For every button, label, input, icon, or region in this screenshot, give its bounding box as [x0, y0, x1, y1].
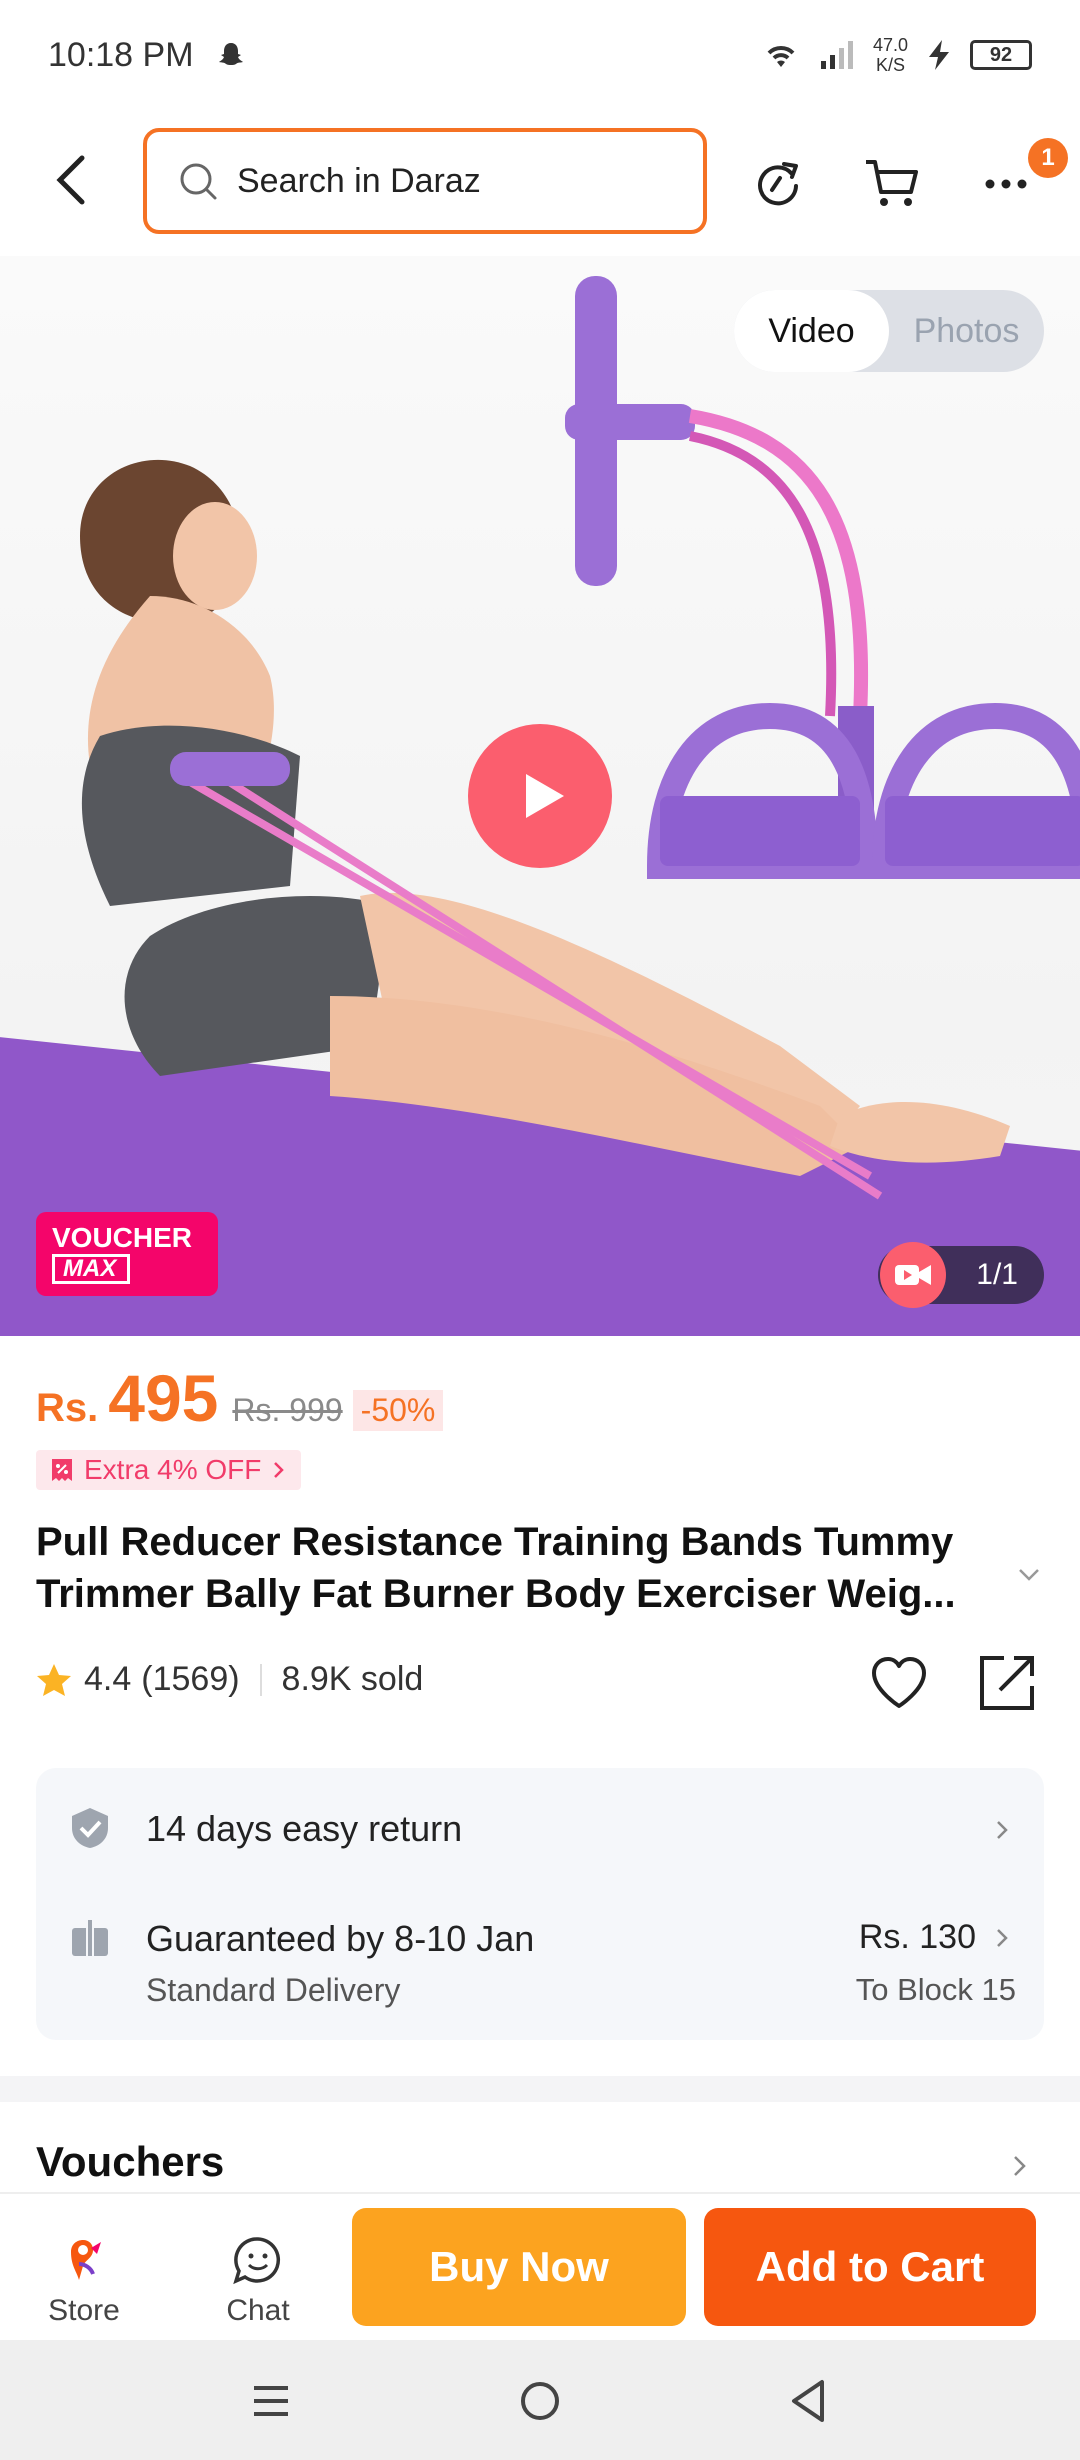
cart-icon[interactable] — [862, 152, 922, 212]
share-refresh-icon[interactable] — [748, 152, 808, 212]
delivery-destination: To Block 15 — [855, 1972, 1016, 2007]
delivery-box-icon — [72, 1920, 108, 1956]
bottom-action-bar: Store Chat Buy Now Add to Cart — [0, 2192, 1080, 2340]
delivery-fee: Rs. 130 — [858, 1918, 976, 1956]
chat-label: Chat — [226, 2294, 290, 2327]
voucher-badge-line1: VOUCHER — [52, 1222, 193, 1253]
delivery-card: 14 days easy return Guaranteed by 8-10 J… — [36, 1768, 1044, 2040]
section-divider — [0, 2076, 1080, 2102]
coupon-icon — [52, 1459, 72, 1481]
charging-icon — [929, 40, 949, 70]
shield-check-icon — [72, 1808, 108, 1848]
voucher-max-badge: VOUCHER MAX — [36, 1212, 218, 1296]
search-placeholder: Search in Daraz — [237, 161, 481, 200]
star-icon — [37, 1663, 71, 1696]
play-icon — [526, 774, 564, 818]
chat-icon — [233, 2237, 281, 2285]
status-bar: 10:18 PM 47.0 K/S 92 — [0, 0, 1080, 110]
status-time: 10:18 PM — [48, 35, 194, 74]
voucher-badge-line2: MAX — [52, 1254, 130, 1284]
video-camera-icon[interactable] — [880, 1242, 946, 1308]
system-nav-bar — [0, 2340, 1080, 2460]
sold-count: 8.9K sold — [281, 1660, 424, 1698]
product-media[interactable]: Video Photos VOUCHER MAX 1/1 — [0, 256, 1080, 1336]
discount-badge: -50% — [352, 1390, 444, 1431]
camera-glyph-icon — [895, 1265, 931, 1285]
delivery-type: Standard Delivery — [146, 1972, 401, 2008]
rating-divider — [259, 1663, 262, 1696]
photos-tab[interactable]: Photos — [889, 290, 1044, 372]
expand-title-chevron-icon[interactable] — [1014, 1560, 1044, 1590]
network-speed: 47.0 K/S — [873, 35, 908, 75]
notification-badge: 1 — [1028, 138, 1068, 178]
chevron-right-icon — [274, 1462, 285, 1478]
chevron-right-icon[interactable] — [1006, 2152, 1034, 2180]
store-button[interactable]: Store — [24, 2234, 144, 2328]
video-tab[interactable]: Video — [734, 290, 889, 372]
price: 495 — [108, 1361, 219, 1435]
chevron-right-icon — [997, 1929, 1008, 1947]
chat-button[interactable]: Chat — [198, 2234, 318, 2328]
delivery-row[interactable]: Guaranteed by 8-10 Jan Standard Delivery… — [36, 1906, 1044, 2016]
search-icon — [180, 163, 217, 200]
back-arrow-icon[interactable] — [44, 150, 104, 210]
vouchers-heading[interactable]: Vouchers — [36, 2138, 224, 2186]
chevron-right-icon — [997, 1821, 1008, 1839]
wishlist-heart-icon[interactable] — [868, 1652, 930, 1714]
snapchat-icon — [218, 43, 243, 65]
product-title: Pull Reducer Resistance Training Bands T… — [36, 1520, 956, 1616]
play-button[interactable] — [468, 724, 612, 868]
recent-apps-icon[interactable] — [246, 2376, 296, 2426]
store-icon — [71, 2240, 101, 2280]
signal-icon — [820, 41, 853, 69]
share-icon[interactable] — [976, 1652, 1038, 1714]
store-label: Store — [48, 2294, 120, 2327]
buy-now-button[interactable]: Buy Now — [352, 2208, 686, 2326]
return-policy-row[interactable]: 14 days easy return — [36, 1798, 1044, 1858]
price-row: Rs. 495 Rs. 999 -50% — [36, 1360, 444, 1436]
rating-row[interactable]: 4.4 (1569) 8.9K sold — [36, 1660, 423, 1699]
original-price: Rs. 999 — [232, 1392, 343, 1428]
top-header: Search in Daraz 1 — [0, 128, 1080, 234]
wifi-icon — [767, 46, 795, 67]
battery-indicator: 92 — [970, 40, 1032, 70]
rating-value: 4.4 — [84, 1660, 132, 1698]
rating-count: (1569) — [141, 1660, 240, 1698]
back-nav-icon[interactable] — [786, 2376, 836, 2426]
home-icon[interactable] — [515, 2376, 565, 2426]
media-toggle: Video Photos — [734, 290, 1044, 372]
add-to-cart-button[interactable]: Add to Cart — [704, 2208, 1036, 2326]
battery-level: 92 — [989, 43, 1013, 66]
extra-offer-text: Extra 4% OFF — [84, 1454, 262, 1485]
currency: Rs. — [36, 1386, 99, 1430]
extra-offer-tag[interactable]: Extra 4% OFF — [36, 1450, 302, 1490]
delivery-guarantee: Guaranteed by 8-10 Jan — [146, 1918, 535, 1959]
search-bar[interactable]: Search in Daraz — [143, 128, 707, 234]
speed-value: 47.0 — [872, 35, 908, 55]
speed-unit: K/S — [875, 55, 905, 75]
return-policy-text: 14 days easy return — [146, 1808, 463, 1849]
media-counter-text: 1/1 — [976, 1258, 1018, 1291]
